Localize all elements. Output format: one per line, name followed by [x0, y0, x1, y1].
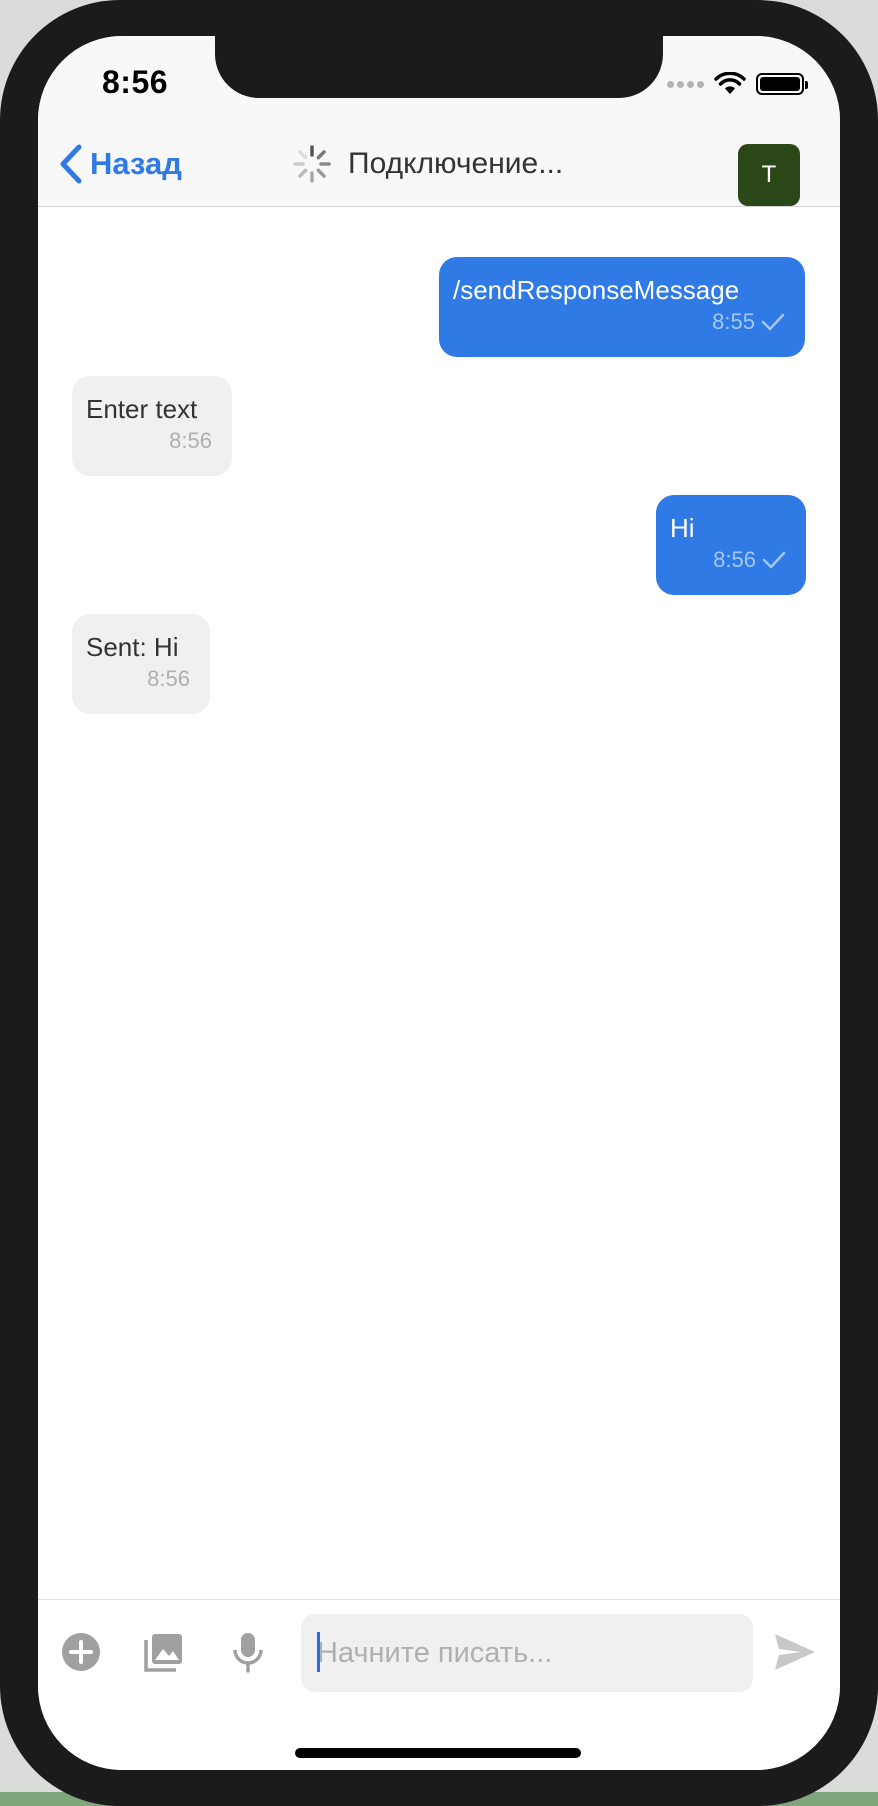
connection-status: Подключение...	[292, 140, 563, 188]
message-meta: 8:56	[670, 547, 786, 573]
battery-icon	[756, 73, 808, 95]
cellular-signal-icon	[667, 80, 704, 88]
device-notch	[215, 36, 663, 98]
message-time: 8:56	[169, 428, 212, 453]
composer-bar	[38, 1599, 840, 1770]
message-bubble-incoming[interactable]: Sent: Hi 8:56	[72, 614, 210, 714]
message-bubble-outgoing[interactable]: Hi 8:56	[656, 495, 806, 595]
spinner-icon	[293, 145, 331, 183]
status-time: 8:56	[102, 64, 169, 100]
nav-title: Подключение...	[348, 147, 564, 180]
message-input[interactable]	[301, 1614, 753, 1692]
avatar-initial: T	[761, 161, 777, 188]
message-text: Hi	[670, 513, 695, 543]
checkmark-icon	[761, 313, 785, 331]
back-button[interactable]: Назад	[58, 140, 182, 188]
message-time: 8:55	[712, 309, 755, 334]
message-text: Enter text	[86, 394, 198, 424]
message-list[interactable]: /sendResponseMessage 8:55 Enter text 8:5…	[38, 208, 840, 1636]
message-time: 8:56	[147, 666, 190, 691]
navigation-bar: Назад Подключение... T	[38, 124, 840, 207]
text-cursor	[317, 1632, 320, 1672]
back-label: Назад	[90, 146, 182, 181]
checkmark-icon	[762, 551, 786, 569]
phone-frame: 8:56 Назад Подключение... T /sendRespons…	[0, 0, 878, 1806]
microphone-icon[interactable]	[226, 1630, 270, 1674]
image-icon[interactable]	[142, 1630, 186, 1674]
message-meta: 8:55	[453, 309, 785, 335]
message-bubble-outgoing[interactable]: /sendResponseMessage 8:55	[439, 257, 805, 357]
wifi-icon	[714, 72, 746, 94]
phone-screen: 8:56 Назад Подключение... T /sendRespons…	[38, 36, 840, 1770]
chevron-left-icon	[60, 144, 82, 184]
send-icon[interactable]	[771, 1630, 819, 1674]
message-time: 8:56	[713, 547, 756, 572]
avatar[interactable]: T	[738, 144, 800, 206]
plus-circle-icon[interactable]	[59, 1630, 103, 1674]
message-bubble-incoming[interactable]: Enter text 8:56	[72, 376, 232, 476]
message-text: /sendResponseMessage	[453, 275, 740, 305]
home-indicator[interactable]	[295, 1748, 581, 1758]
message-meta: 8:56	[86, 428, 212, 454]
message-meta: 8:56	[86, 666, 190, 692]
status-icons	[667, 72, 808, 96]
message-text: Sent: Hi	[86, 632, 179, 662]
